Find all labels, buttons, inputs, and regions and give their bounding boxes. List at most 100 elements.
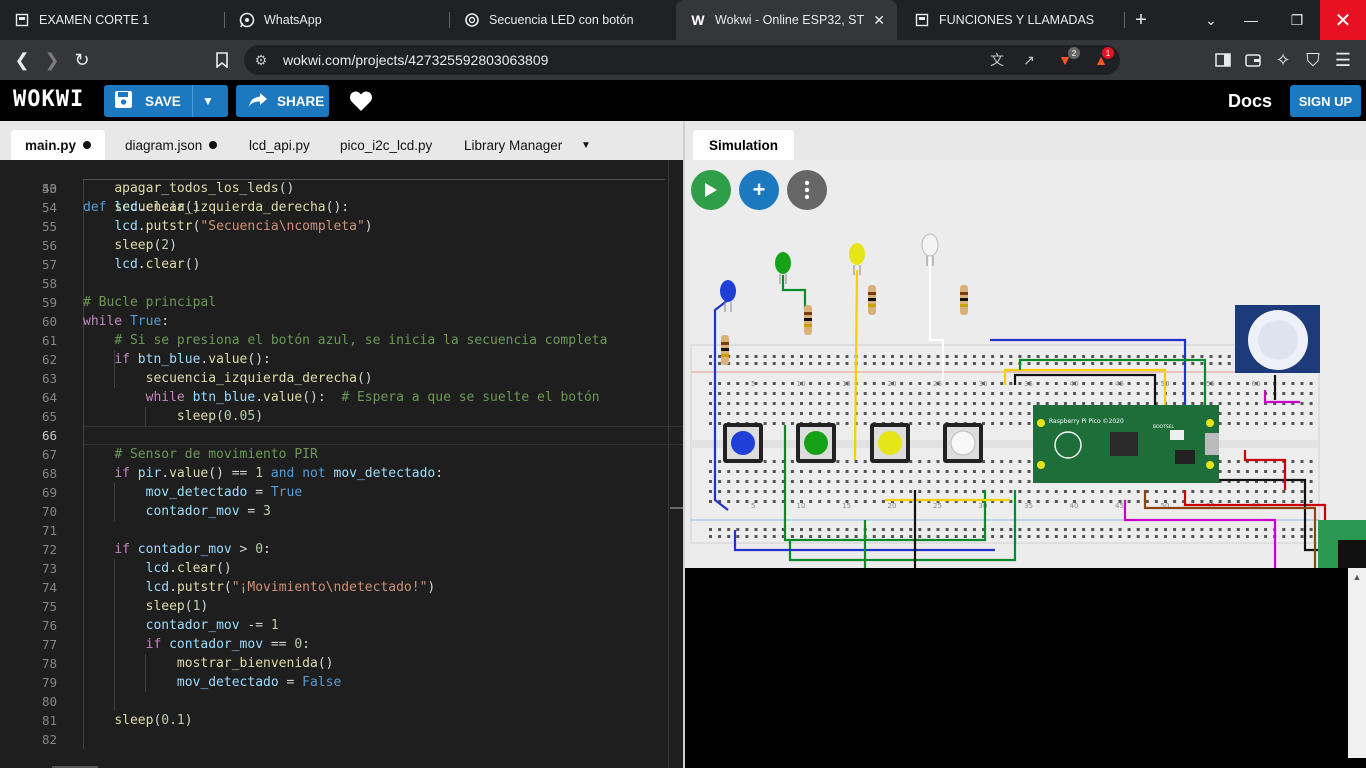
code-line[interactable]: 55 lcd.putstr("Secuencia\ncompleta") (0, 217, 683, 236)
window-close-icon[interactable]: ✕ (1320, 0, 1366, 40)
breadboard-hole (954, 528, 958, 531)
tab-diagram-json[interactable]: diagram.json (125, 130, 218, 160)
reload-icon[interactable]: ↻ (70, 48, 94, 72)
code-line[interactable]: 69 mov_detectado = True (0, 483, 683, 502)
code-line[interactable]: 75 sleep(1) (0, 597, 683, 616)
translate-icon[interactable]: 文 (988, 51, 1006, 69)
breadboard-hole (1209, 362, 1213, 365)
url-text: wokwi.com/projects/427325592803063809 (283, 52, 549, 68)
browser-tab-funciones[interactable]: FUNCIONES Y LLAMADAS (900, 0, 1122, 40)
docs-link[interactable]: Docs (1228, 91, 1272, 112)
vpn-icon[interactable]: ⛉ (1301, 48, 1325, 72)
line-number: 78 (41, 656, 57, 671)
breadboard-hole (1136, 500, 1140, 503)
code-line[interactable]: 78 mostrar_bienvenida() (0, 654, 683, 673)
browser-tab-wokwi[interactable]: W Wokwi - Online ESP32, STM3 ✕ (676, 0, 897, 40)
sticky-scroll-line[interactable]: 40 def secuencia_izquierda_derecha(): (0, 160, 683, 215)
breadboard-hole (863, 392, 867, 395)
line-number: 81 (41, 713, 57, 728)
sidebar-icon[interactable] (1211, 48, 1235, 72)
tab-library-manager[interactable]: Library Manager (464, 130, 562, 160)
code-line[interactable]: 76 contador_mov -= 1 (0, 616, 683, 635)
ai-icon[interactable]: ✧ (1271, 48, 1295, 72)
breadboard-hole (781, 382, 785, 385)
code-line[interactable]: 66 (0, 426, 683, 445)
wallet-icon[interactable] (1241, 48, 1265, 72)
code-line[interactable]: 73 lcd.clear() (0, 559, 683, 578)
address-bar[interactable]: ⚙ wokwi.com/projects/427325592803063809 … (244, 45, 1120, 75)
close-tab-icon[interactable]: ✕ (873, 12, 885, 29)
breadboard-hole (1109, 490, 1113, 493)
breadboard-column-label: 55 (1206, 380, 1215, 388)
signup-button[interactable]: SIGN UP (1290, 85, 1361, 117)
breadboard-hole (818, 528, 822, 531)
code-line[interactable]: 71 (0, 521, 683, 540)
browser-tab-secuencia[interactable]: Secuencia LED con botón (450, 0, 672, 40)
code-editor[interactable]: 40 def secuencia_izquierda_derecha(): 53… (0, 160, 683, 768)
bookmark-icon[interactable] (210, 48, 234, 72)
minimize-icon[interactable]: — (1228, 0, 1274, 40)
code-line[interactable]: 82 (0, 730, 683, 749)
tab-pico-i2c-lcd-py[interactable]: pico_i2c_lcd.py (340, 130, 432, 160)
breadboard-hole (982, 412, 985, 415)
code-line[interactable]: 63 secuencia_izquierda_derecha() (0, 369, 683, 388)
serial-monitor[interactable] (685, 568, 1366, 768)
scroll-up-icon[interactable]: ▲ (1348, 572, 1366, 582)
breadboard-hole (1082, 362, 1086, 365)
heart-icon[interactable] (349, 90, 373, 117)
breadboard-hole (1255, 422, 1258, 425)
breadboard-hole (1173, 362, 1177, 365)
code-line[interactable]: 79 mov_detectado = False (0, 673, 683, 692)
code-line[interactable]: 74 lcd.putstr("¡Movimiento\ndetectado!") (0, 578, 683, 597)
forward-icon[interactable]: ❯ (40, 48, 64, 72)
code-line[interactable]: 59 # Bucle principal (0, 293, 683, 312)
menu-icon[interactable]: ☰ (1331, 48, 1355, 72)
back-icon[interactable]: ❮ (10, 48, 34, 72)
tab-simulation[interactable]: Simulation (693, 130, 795, 160)
breadboard-hole (1245, 412, 1249, 415)
share-page-icon[interactable]: ↗ (1020, 51, 1038, 69)
code-line[interactable]: 81 sleep(0.1) (0, 711, 683, 730)
site-info-icon[interactable]: ⚙ (252, 51, 270, 69)
tab-lcd-api-py[interactable]: lcd_api.py (249, 130, 310, 160)
chevron-down-icon[interactable]: ▼ (202, 94, 214, 108)
tabs-overflow-icon[interactable]: ▼ (581, 130, 591, 160)
browser-tab-whatsapp[interactable]: WhatsApp (225, 0, 447, 40)
new-tab-button[interactable]: + (1118, 0, 1164, 40)
tab-main-py[interactable]: main.py (11, 130, 106, 160)
editor-scrollbar[interactable] (668, 160, 669, 768)
breadboard-hole (963, 470, 967, 473)
share-button[interactable]: SHARE (236, 85, 329, 117)
breadboard-hole (845, 490, 849, 493)
breadboard-hole (1209, 528, 1213, 531)
simulation-canvas[interactable]: + 5 5 10 10 15 15 20 20 25 25 30 30 35 35 40 40 45 45 50 50… (685, 160, 1366, 568)
code-line[interactable]: 56 sleep(2) (0, 236, 683, 255)
code-line[interactable]: 54 lcd.clear() (0, 198, 683, 217)
breadboard-hole (1091, 392, 1095, 395)
code-line[interactable]: 72 if contador_mov > 0: (0, 540, 683, 559)
code-line[interactable]: 57 lcd.clear() (0, 255, 683, 274)
code-line[interactable]: 70 contador_mov = 3 (0, 502, 683, 521)
code-line[interactable]: 64 while btn_blue.value(): # Espera a qu… (0, 388, 683, 407)
code-line[interactable]: 53 apagar_todos_los_leds() (0, 179, 683, 198)
line-number: 58 (41, 276, 57, 291)
code-line[interactable]: 58 (0, 274, 683, 293)
code-line[interactable]: 65 sleep(0.05) (0, 407, 683, 426)
code-line[interactable]: 60 while True: (0, 312, 683, 331)
breadboard-hole (1063, 392, 1067, 395)
code-line[interactable]: 62 if btn_blue.value(): (0, 350, 683, 369)
breadboard-hole (1109, 535, 1113, 538)
browser-tab-examen[interactable]: EXAMEN CORTE 1 (0, 0, 222, 40)
code-line[interactable]: 77 if contador_mov == 0: (0, 635, 683, 654)
code-line[interactable]: 80 (0, 692, 683, 711)
wokwi-logo[interactable]: WOKWI (13, 87, 84, 112)
restore-icon[interactable]: ❐ (1274, 0, 1320, 40)
scroll-thumb[interactable] (670, 507, 683, 509)
serial-scrollbar[interactable]: ▲ (1348, 568, 1366, 758)
breadboard-hole (1191, 490, 1195, 493)
save-button[interactable]: SAVE ▼ (104, 85, 228, 117)
code-line[interactable]: 61 # Si se presiona el botón azul, se in… (0, 331, 683, 350)
code-line[interactable]: 68 if pir.value() == 1 and not mov_detec… (0, 464, 683, 483)
code-line[interactable]: 67 # Sensor de movimiento PIR (0, 445, 683, 464)
resistor-4 (960, 285, 968, 315)
